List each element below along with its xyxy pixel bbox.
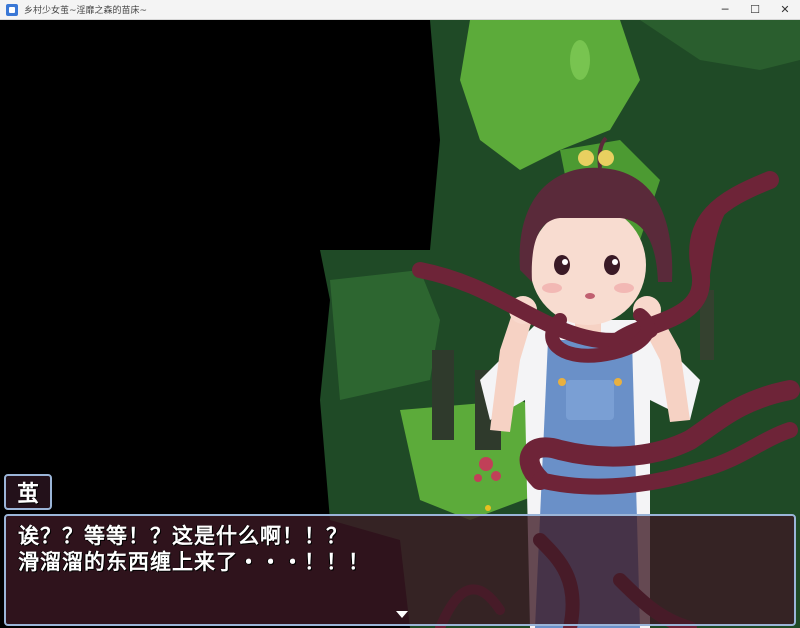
window-titlebar: 乡村少女茧~淫靡之森的苗床~ ─ ☐ ✕ [0, 0, 800, 20]
triangle-down-icon [396, 611, 408, 618]
message-window[interactable]: 诶？？等等！？这是什么啊！！？ 滑溜溜的东西缠上来了・・・！！！ [4, 514, 796, 626]
window-title: 乡村少女茧~淫靡之森的苗床~ [24, 6, 148, 16]
speaker-name-box: 茧 [4, 474, 52, 510]
speaker-name: 茧 [16, 482, 39, 507]
minimize-button[interactable]: ─ [710, 0, 740, 20]
game-screen[interactable]: 茧 诶？？等等！？这是什么啊！！？ 滑溜溜的东西缠上来了・・・！！！ [0, 20, 800, 628]
dialog-line-2: 滑溜溜的东西缠上来了・・・！！！ [18, 550, 370, 574]
window-controls: ─ ☐ ✕ [710, 0, 800, 20]
maximize-button[interactable]: ☐ [740, 0, 770, 20]
close-button[interactable]: ✕ [770, 0, 800, 20]
game-app-icon [6, 3, 18, 16]
